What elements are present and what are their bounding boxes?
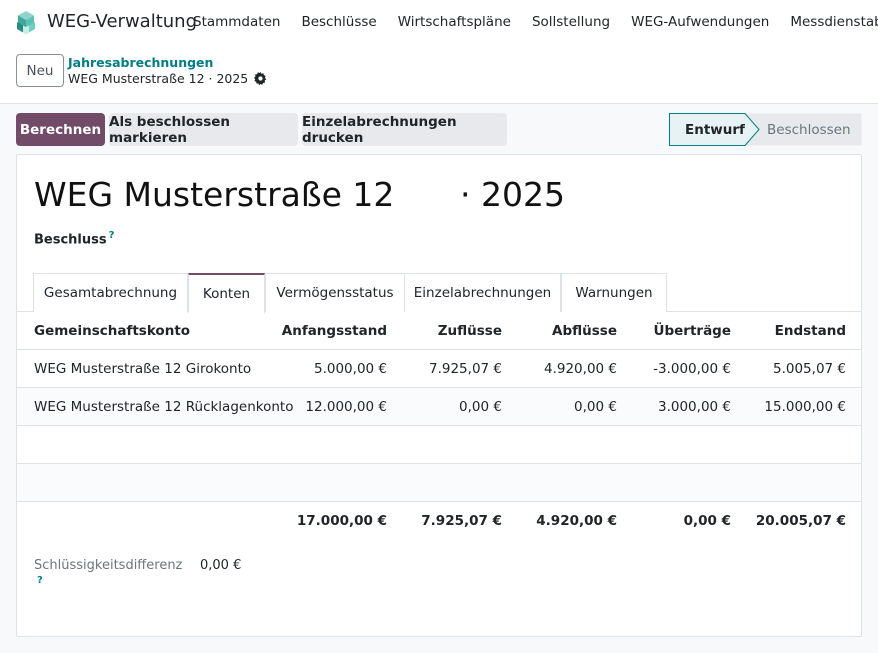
compute-button[interactable]: Berechnen (16, 113, 105, 146)
cube-logo-icon[interactable] (12, 9, 40, 37)
record-year[interactable]: · 2025 (460, 175, 565, 214)
empty-row (17, 426, 861, 464)
help-icon[interactable]: ? (37, 575, 43, 586)
menu-item-stammdaten[interactable]: Stammdaten (193, 14, 280, 30)
total-inflows: 7.925,07 € (421, 513, 502, 529)
status-draft[interactable]: Entwurf (669, 113, 761, 146)
mark-resolved-button[interactable]: Als beschlossen markieren (109, 113, 298, 146)
transfers: 3.000,00 € (658, 398, 731, 415)
difference-value: 0,00 € (200, 558, 242, 573)
beschluss-label: Beschluss (34, 232, 107, 248)
column-header-opening[interactable]: Anfangsstand (282, 312, 387, 349)
total-transfers: 0,00 € (683, 513, 731, 529)
account-name: WEG Musterstraße 12 Girokonto (34, 360, 252, 377)
column-header-transfers[interactable]: Überträge (654, 312, 731, 349)
column-header-account[interactable]: Gemeinschaftskonto (34, 312, 190, 349)
tab-einzelabrechnungen[interactable]: Einzelabrechnungen (404, 273, 561, 312)
total-opening: 17.000,00 € (296, 513, 387, 529)
difference-label: Schlüssigkeitsdifferenz (34, 558, 183, 573)
tab-warnungen[interactable]: Warnungen (561, 273, 667, 312)
breadcrumb-current: WEG Musterstraße 12 · 2025 (68, 71, 267, 86)
accounts-table: Gemeinschaftskonto Anfangsstand Zuflüsse… (17, 312, 861, 540)
empty-row (17, 464, 861, 502)
control-panel: Neu Jahresabrechnungen WEG Musterstraße … (0, 46, 878, 104)
table-row[interactable]: WEG Musterstraße 12 Girokonto 5.000,00 €… (17, 350, 861, 388)
app-name[interactable]: WEG-Verwaltung (47, 11, 197, 32)
new-button[interactable]: Neu (16, 54, 64, 87)
menu-item-weg-aufwendungen[interactable]: WEG-Aufwendungen (631, 14, 769, 30)
beschluss-field: Beschluss? (34, 230, 114, 247)
top-navbar: WEG-Verwaltung Stammdaten Beschlüsse Wir… (0, 0, 878, 46)
menu-item-wirtschaftsplaene[interactable]: Wirtschaftspläne (398, 14, 511, 30)
total-outflows: 4.920,00 € (536, 513, 617, 529)
closing-balance: 5.005,07 € (773, 360, 846, 377)
help-icon[interactable]: ? (109, 230, 115, 241)
column-header-outflows[interactable]: Abflüsse (552, 312, 617, 349)
inflows: 0,00 € (459, 398, 502, 415)
main-menu: Stammdaten Beschlüsse Wirtschaftspläne S… (193, 14, 878, 30)
tab-gesamtabrechnung[interactable]: Gesamtabrechnung (33, 273, 188, 312)
gear-icon[interactable] (254, 72, 267, 85)
menu-item-beschluesse[interactable]: Beschlüsse (301, 14, 376, 30)
breadcrumb-current-label: WEG Musterstraße 12 · 2025 (68, 71, 249, 86)
menu-item-messdienstabrechnung[interactable]: Messdienstabrechnu (790, 14, 878, 30)
inflows: 7.925,07 € (429, 360, 502, 377)
form-sheet: WEG Musterstraße 12 · 2025 Beschluss? Ge… (16, 154, 862, 637)
menu-item-sollstellung[interactable]: Sollstellung (532, 14, 610, 30)
outflows: 4.920,00 € (544, 360, 617, 377)
table-row[interactable]: WEG Musterstraße 12 Rücklagenkonto 12.00… (17, 388, 861, 426)
table-header: Gemeinschaftskonto Anfangsstand Zuflüsse… (17, 312, 861, 350)
total-closing: 20.005,07 € (755, 513, 846, 529)
record-title[interactable]: WEG Musterstraße 12 (34, 175, 394, 214)
tab-konten[interactable]: Konten (188, 273, 265, 313)
status-bar: Entwurf Beschlossen (669, 113, 862, 146)
print-single-statements-button[interactable]: Einzelabrechnungen drucken (302, 113, 507, 146)
breadcrumb-parent-link[interactable]: Jahresabrechnungen (68, 55, 213, 70)
transfers: -3.000,00 € (653, 360, 731, 377)
status-resolved[interactable]: Beschlossen (767, 113, 851, 146)
outflows: 0,00 € (574, 398, 617, 415)
totals-row: 17.000,00 € 7.925,07 € 4.920,00 € 0,00 €… (17, 502, 861, 540)
account-name: WEG Musterstraße 12 Rücklagenkonto (34, 398, 294, 415)
notebook-tabs: Gesamtabrechnung Konten Vermögensstatus … (17, 273, 861, 313)
column-header-inflows[interactable]: Zuflüsse (438, 312, 502, 349)
opening-balance: 5.000,00 € (314, 360, 387, 377)
tab-vermoegensstatus[interactable]: Vermögensstatus (265, 273, 405, 312)
closing-balance: 15.000,00 € (764, 398, 846, 415)
column-header-closing[interactable]: Endstand (775, 312, 846, 349)
opening-balance: 12.000,00 € (305, 398, 387, 415)
